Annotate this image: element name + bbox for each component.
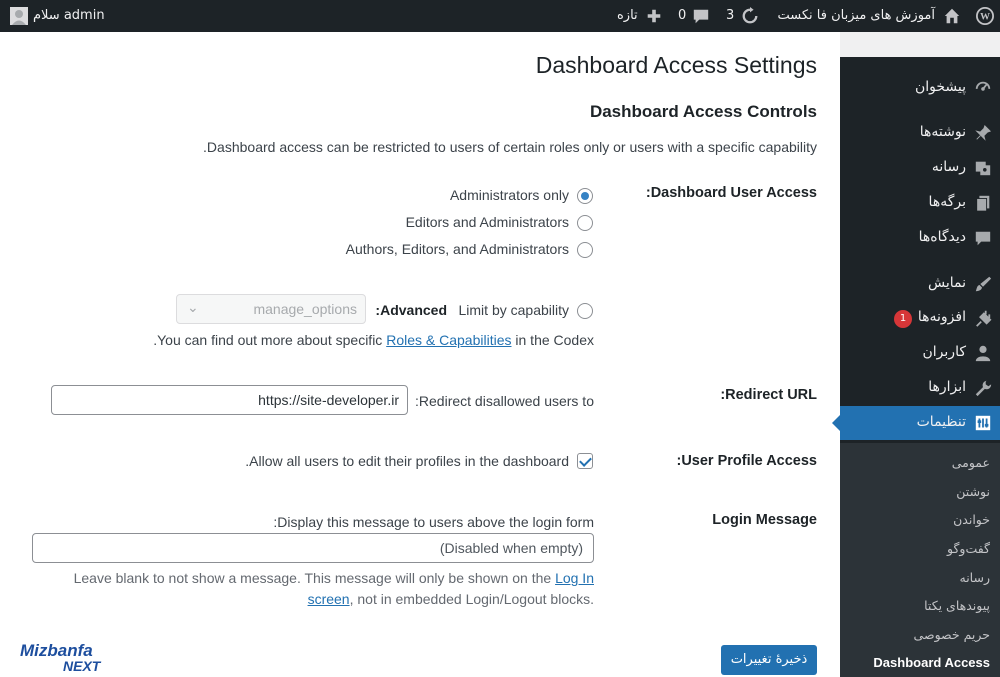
mizbanfa-logo: Mizbanfa NEXT <box>18 640 118 674</box>
site-name-link[interactable]: آموزش های میزبان فا نکست <box>778 0 935 32</box>
main-content: Dashboard Access Settings Dashboard Acce… <box>0 32 840 677</box>
comment-bubble-icon[interactable] <box>692 7 710 25</box>
svg-text:W: W <box>980 12 990 23</box>
radio-editors-administrators[interactable] <box>577 215 593 231</box>
sidebar-item-comments[interactable]: دیدگاه‌ها <box>840 221 1000 255</box>
comments-count[interactable]: 0 <box>678 0 686 32</box>
submenu-discussion[interactable]: گفت‌وگو <box>947 541 990 556</box>
new-content-link[interactable]: تازه <box>617 0 638 32</box>
pin-icon <box>975 124 992 141</box>
sidebar-item-label: پیشخوان <box>914 79 966 95</box>
account-greeting[interactable]: سلام admin <box>33 0 105 32</box>
user-access-label: :Dashboard User Access <box>645 185 817 201</box>
redirect-url-input[interactable]: https://site-developer.ir <box>51 385 408 415</box>
svg-text:NEXT: NEXT <box>63 658 102 674</box>
codex-note: .You can find out more about specific Ro… <box>153 332 594 348</box>
sidebar-item-pages[interactable]: برگه‌ها <box>840 186 1000 220</box>
sidebar-item-users[interactable]: کاربران <box>840 336 1000 370</box>
chevron-down-icon: ⌄ <box>187 299 199 315</box>
submenu-media[interactable]: رسانه <box>960 570 991 585</box>
log-in-link[interactable]: Log In <box>555 570 594 586</box>
sidebar-item-label: ابزارها <box>928 379 966 395</box>
codex-prefix: .You can find out more about specific <box>153 332 383 348</box>
sidebar-item-label: تنظیمات <box>916 414 966 430</box>
sidebar-item-label: رسانه <box>931 159 966 175</box>
plugin-icon <box>976 310 992 327</box>
page-title: Dashboard Access Settings <box>535 52 817 78</box>
login-message-field-label: :Display this message to users above the… <box>273 514 594 530</box>
pages-icon <box>976 195 990 212</box>
settings-icon <box>975 415 991 431</box>
capability-select[interactable]: ⌄ manage_options <box>176 294 366 324</box>
comments-icon <box>975 231 991 246</box>
sidebar-item-appearance[interactable]: نمایش <box>840 267 1000 301</box>
allow-profile-edit-checkbox[interactable] <box>577 453 593 469</box>
roles-capabilities-link[interactable]: Roles & Capabilities <box>386 332 511 348</box>
settings-submenu: عمومی نوشتن خواندن گفت‌وگو رسانه پیوندها… <box>840 443 1000 677</box>
login-message-label: Login Message <box>712 512 817 528</box>
section-description: .Dashboard access can be restricted to u… <box>203 139 817 155</box>
sidebar-item-label: نوشته‌ها <box>919 124 966 140</box>
submenu-writing[interactable]: نوشتن <box>956 484 990 499</box>
user-profile-access-label: :User Profile Access <box>676 453 817 469</box>
sidebar-item-label: برگه‌ها <box>928 194 966 210</box>
section-title: Dashboard Access Controls <box>589 102 817 121</box>
plugin-update-badge: 1 <box>894 310 912 328</box>
redirect-url-label: :Redirect URL <box>720 387 817 403</box>
radio-label-administrators[interactable]: Administrators only <box>450 187 569 203</box>
codex-suffix: in the Codex <box>515 332 594 348</box>
login-help-suffix: , not in embedded Login/Logout blocks. <box>349 591 594 607</box>
updates-icon[interactable] <box>741 7 759 25</box>
avatar[interactable] <box>10 7 28 25</box>
save-changes-button[interactable]: ذخیرهٔ تغییرات <box>721 645 817 675</box>
sidebar-item-label: دیدگاه‌ها <box>918 229 966 245</box>
sidebar-item-label: نمایش <box>927 275 966 291</box>
dashboard-icon <box>975 81 991 91</box>
brush-icon <box>975 276 992 292</box>
advanced-bold-label: :Advanced <box>375 302 447 318</box>
radio-label-authors[interactable]: Authors, Editors, and Administrators <box>346 241 569 257</box>
submenu-dashboard-access[interactable]: Dashboard Access <box>873 655 990 670</box>
wrench-icon <box>975 380 992 397</box>
radio-label-editors[interactable]: Editors and Administrators <box>406 214 569 230</box>
plus-icon[interactable] <box>645 7 663 25</box>
sidebar-item-settings[interactable]: تنظیمات <box>832 406 1000 440</box>
login-message-input[interactable]: (Disabled when empty) <box>32 533 594 563</box>
redirect-url-value: https://site-developer.ir <box>258 392 399 408</box>
media-icon <box>975 161 991 176</box>
allow-profile-edit-label[interactable]: .Allow all users to edit their profiles … <box>245 453 569 469</box>
login-message-placeholder: (Disabled when empty) <box>439 540 583 556</box>
capability-select-value: manage_options <box>253 301 357 317</box>
advanced-text[interactable]: Limit by capability <box>459 302 570 318</box>
home-icon[interactable] <box>943 7 961 25</box>
sidebar-item-plugins[interactable]: افزونه‌ها 1 <box>840 301 1000 335</box>
login-help-line1: Leave blank to not show a message. This … <box>74 570 594 586</box>
submenu-reading[interactable]: خواندن <box>953 512 990 527</box>
sidebar-item-label: افزونه‌ها <box>917 309 966 325</box>
sidebar-item-label: کاربران <box>922 344 966 360</box>
submenu-general[interactable]: عمومی <box>952 455 990 470</box>
sidebar-item-posts[interactable]: نوشته‌ها <box>840 116 1000 150</box>
updates-count[interactable]: 3 <box>726 0 734 32</box>
radio-administrators-only[interactable] <box>577 188 593 204</box>
login-help-line2: screen, not in embedded Login/Logout blo… <box>308 591 594 607</box>
sidebar-item-media[interactable]: رسانه <box>840 151 1000 185</box>
redirect-field-label: :Redirect disallowed users to <box>415 393 594 409</box>
radio-advanced-capability[interactable] <box>577 303 593 319</box>
sidebar-item-dashboard[interactable]: پیشخوان <box>840 71 1000 105</box>
radio-authors-editors-administrators[interactable] <box>577 242 593 258</box>
login-help-text: Leave blank to not show a message. This … <box>73 570 552 586</box>
screen-link[interactable]: screen <box>308 591 350 607</box>
users-icon <box>975 345 991 362</box>
submenu-privacy[interactable]: حریم خصوصی <box>914 627 990 642</box>
submenu-permalinks[interactable]: پیوندهای یکتا <box>924 598 990 613</box>
wordpress-logo-icon[interactable]: W <box>976 7 994 25</box>
sidebar-item-tools[interactable]: ابزارها <box>840 371 1000 405</box>
admin-bar: W آموزش های میزبان فا نکست 3 0 تازه سلام… <box>0 0 1000 32</box>
